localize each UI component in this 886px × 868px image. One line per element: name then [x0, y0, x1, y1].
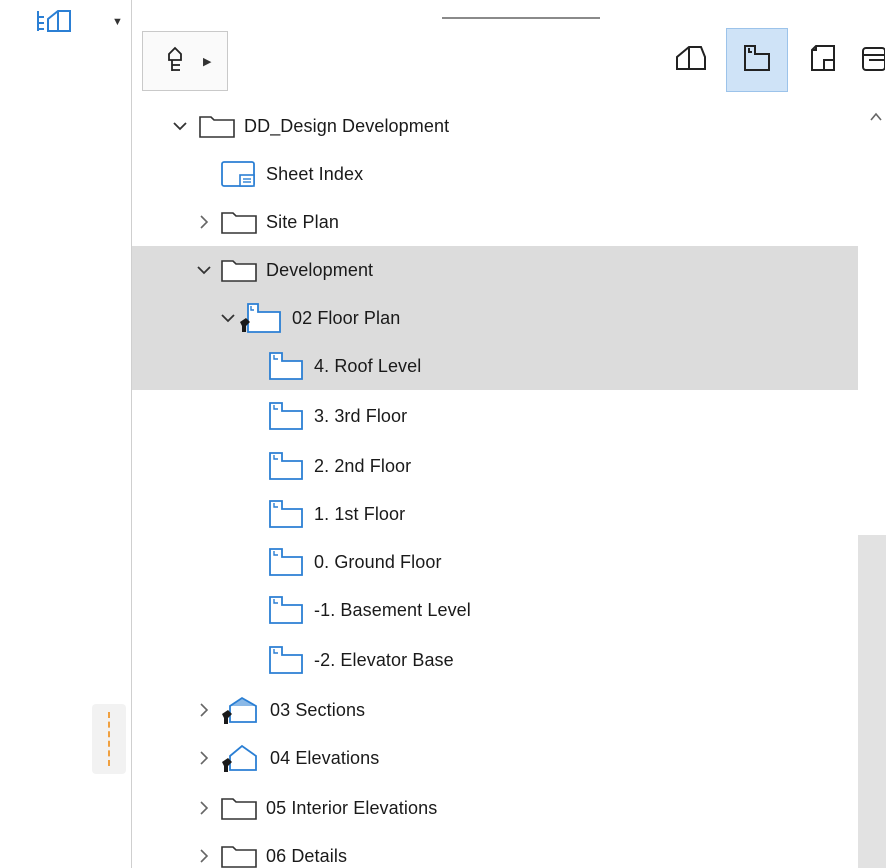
tree-item-content: -2. Elevator Base: [266, 644, 454, 676]
scroll-up-icon[interactable]: [870, 112, 882, 122]
tree-item-content: Sheet Index: [220, 159, 363, 189]
tree-item[interactable]: Development: [132, 246, 858, 294]
elevation-folder-icon: [220, 742, 262, 774]
tree-item[interactable]: 04 Elevations: [132, 734, 858, 782]
tree-item-label: 05 Interior Elevations: [266, 797, 438, 818]
grip-dashes: [108, 712, 110, 766]
tree-item[interactable]: 2. 2nd Floor: [132, 442, 858, 490]
tree-item-label: Development: [266, 259, 374, 280]
project-map-button[interactable]: [660, 28, 722, 92]
tree-item-label: Site Plan: [266, 211, 339, 232]
tree-item[interactable]: 3. 3rd Floor: [132, 392, 858, 440]
tree-item[interactable]: 4. Roof Level: [132, 342, 858, 390]
folder-icon: [220, 209, 258, 235]
tree-item-label: 03 Sections: [270, 699, 366, 720]
tree-item-label: 2. 2nd Floor: [314, 455, 412, 476]
tree-item-content: 02 Floor Plan: [236, 302, 400, 334]
layout-book-icon: [806, 42, 840, 79]
layout-book-button[interactable]: [792, 28, 854, 92]
tree-item-label: Sheet Index: [266, 163, 364, 184]
left-panel: ▼: [0, 0, 132, 868]
tree-item[interactable]: 03 Sections: [132, 686, 858, 734]
tree-item-content: Site Plan: [220, 209, 339, 235]
resize-grip[interactable]: [92, 704, 126, 774]
tree-item[interactable]: -1. Basement Level: [132, 586, 858, 634]
tree-item-label: DD_Design Development: [244, 115, 450, 136]
publisher-sets-icon: [859, 42, 885, 79]
tree-item-label: 0. Ground Floor: [314, 551, 442, 572]
floor-plan-icon: [266, 498, 306, 530]
sheet-index-icon: [220, 159, 258, 189]
navigator-menu-button[interactable]: ▼: [4, 6, 123, 40]
chevron-right-icon[interactable]: [194, 846, 214, 866]
tree-item-content: 05 Interior Elevations: [220, 795, 437, 821]
tree-item-label: -2. Elevator Base: [314, 649, 454, 670]
tree-item-label: 06 Details: [266, 845, 348, 866]
tree-item-content: 04 Elevations: [220, 742, 379, 774]
tree-item-label: -1. Basement Level: [314, 599, 471, 620]
tree-item[interactable]: -2. Elevator Base: [132, 636, 858, 684]
folder-icon: [220, 257, 258, 283]
scrollbar-thumb[interactable]: [858, 535, 886, 868]
publisher-sets-button[interactable]: [858, 28, 886, 92]
section-folder-icon: [220, 694, 262, 726]
chevron-right-icon[interactable]: [194, 212, 214, 232]
tree-item[interactable]: DD_Design Development: [132, 102, 858, 150]
tree-item-label: 4. Roof Level: [314, 355, 422, 376]
tree-item-content: 1. 1st Floor: [266, 498, 405, 530]
chevron-down-icon[interactable]: [194, 260, 214, 280]
view-map-button[interactable]: [726, 28, 788, 92]
house-structure-icon: [30, 7, 84, 40]
floor-plan-icon: [266, 400, 306, 432]
navigator-tree: DD_Design Development Sheet Index Site Pla…: [132, 102, 858, 868]
tree-item[interactable]: Sheet Index: [132, 150, 858, 198]
floor-plan-folder-icon: [236, 302, 284, 334]
chevron-down-icon[interactable]: [218, 308, 238, 328]
tree-item-content: 3. 3rd Floor: [266, 400, 407, 432]
chevron-down-icon[interactable]: [170, 116, 190, 136]
floor-plan-icon: [266, 644, 306, 676]
tree-item-content: DD_Design Development: [198, 113, 449, 139]
floor-plan-icon: [266, 350, 306, 382]
folder-icon: [198, 113, 236, 139]
tree-item-content: 2. 2nd Floor: [266, 450, 411, 482]
tree-item[interactable]: Site Plan: [132, 198, 858, 246]
tree-item-content: 0. Ground Floor: [266, 546, 442, 578]
view-map-icon: [740, 42, 774, 79]
chevron-down-icon: ▼: [112, 16, 123, 28]
project-map-icon: [673, 43, 709, 78]
tree-item-content: 03 Sections: [220, 694, 365, 726]
tree-structure-icon: [163, 44, 193, 79]
tree-structure-dropdown[interactable]: ▶: [142, 31, 228, 91]
chevron-right-icon[interactable]: [194, 748, 214, 768]
chevron-right-icon[interactable]: [194, 700, 214, 720]
tree-item-content: -1. Basement Level: [266, 594, 471, 626]
tree-item[interactable]: 02 Floor Plan: [132, 294, 858, 342]
tree-item[interactable]: 06 Details: [132, 832, 858, 868]
view-mode-toolbar: [660, 26, 886, 94]
tree-item[interactable]: 05 Interior Elevations: [132, 784, 858, 832]
tree-item-label: 3. 3rd Floor: [314, 405, 408, 426]
tree-item-label: 1. 1st Floor: [314, 503, 406, 524]
tree-item-label: 02 Floor Plan: [292, 307, 401, 328]
floor-plan-icon: [266, 546, 306, 578]
tree-item-content: 4. Roof Level: [266, 350, 421, 382]
navigator-panel: ▶ DD_Design Development Sheet Index Site…: [132, 0, 886, 868]
drag-handle[interactable]: [442, 17, 600, 19]
folder-icon: [220, 795, 258, 821]
chevron-right-icon: ▶: [203, 55, 212, 68]
tree-item-label: 04 Elevations: [270, 747, 380, 768]
folder-icon: [220, 843, 258, 868]
tree-item-content: 06 Details: [220, 843, 347, 868]
tree-item[interactable]: 1. 1st Floor: [132, 490, 858, 538]
floor-plan-icon: [266, 450, 306, 482]
chevron-right-icon[interactable]: [194, 798, 214, 818]
tree-item-content: Development: [220, 257, 373, 283]
floor-plan-icon: [266, 594, 306, 626]
tree-item[interactable]: 0. Ground Floor: [132, 538, 858, 586]
